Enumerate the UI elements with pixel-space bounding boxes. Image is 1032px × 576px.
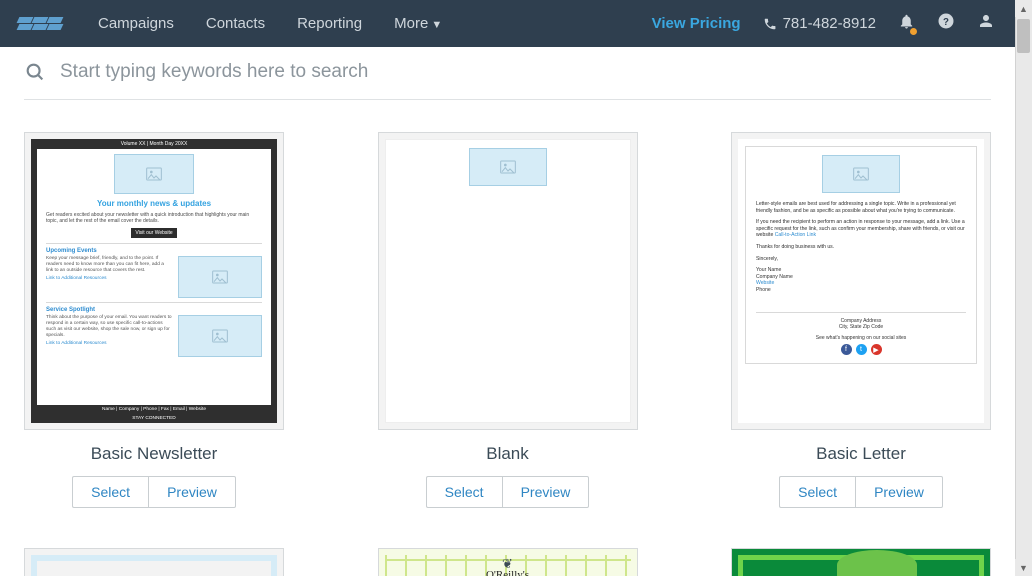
template-thumb-row2-c[interactable] bbox=[731, 548, 991, 576]
letter-p2: If you need the recipient to perform an … bbox=[756, 219, 966, 239]
scrollbar-up-icon[interactable]: ▲ bbox=[1015, 0, 1032, 17]
template-thumb-row2-a[interactable] bbox=[24, 548, 284, 576]
mini-spotlight-link: Link to Additional Resources bbox=[46, 341, 172, 347]
brand-logo[interactable] bbox=[18, 13, 68, 35]
preview-button[interactable]: Preview bbox=[855, 476, 943, 508]
oreillys-logo-text: O'Reilly's bbox=[385, 569, 631, 576]
select-button[interactable]: Select bbox=[779, 476, 855, 508]
preview-button[interactable]: Preview bbox=[148, 476, 236, 508]
template-thumb-basic-newsletter[interactable]: Volume XX | Month Day 20XX Your monthly … bbox=[24, 132, 284, 430]
account-icon[interactable] bbox=[977, 12, 995, 35]
nav-campaigns[interactable]: Campaigns bbox=[98, 15, 174, 32]
mini-footer-contact: Name | Company | Phone | Fax | Email | W… bbox=[31, 405, 277, 414]
image-placeholder-icon bbox=[469, 148, 547, 186]
letter-signature: Your Name Company Name Website Phone bbox=[756, 267, 966, 293]
facebook-icon: f bbox=[841, 344, 852, 355]
preview-button[interactable]: Preview bbox=[502, 476, 590, 508]
mini-cta: Visit our Website bbox=[131, 228, 177, 238]
mini-events-heading: Upcoming Events bbox=[46, 248, 262, 254]
view-pricing-link[interactable]: View Pricing bbox=[652, 15, 741, 32]
nav-contacts[interactable]: Contacts bbox=[206, 15, 265, 32]
template-thumb-row2-b[interactable]: ❦ O'Reilly's bbox=[378, 548, 638, 576]
letter-addr2: City, State Zip Code bbox=[756, 324, 966, 330]
template-title: Blank bbox=[378, 444, 638, 464]
template-search-input[interactable] bbox=[60, 61, 991, 83]
image-placeholder-icon bbox=[178, 256, 262, 298]
mini-headline: Your monthly news & updates bbox=[46, 199, 262, 208]
template-thumb-blank[interactable] bbox=[378, 132, 638, 430]
divider bbox=[24, 99, 991, 100]
mini-footer-stayconnected: STAY CONNECTED bbox=[31, 414, 277, 423]
image-placeholder-icon bbox=[114, 154, 194, 194]
mini-spotlight-heading: Service Spotlight bbox=[46, 307, 262, 313]
notifications-bell-icon[interactable] bbox=[898, 13, 915, 35]
nav-reporting[interactable]: Reporting bbox=[297, 15, 362, 32]
phone-number[interactable]: 781-482-8912 bbox=[763, 15, 876, 32]
letter-cta-link: Call-to-Action Link bbox=[775, 232, 816, 238]
letter-p1: Letter-style emails are best used for ad… bbox=[756, 201, 966, 214]
svg-text:?: ? bbox=[943, 17, 949, 28]
template-thumb-basic-letter[interactable]: Letter-style emails are best used for ad… bbox=[731, 132, 991, 430]
chevron-down-icon: ▼ bbox=[431, 19, 442, 31]
notification-dot bbox=[910, 28, 917, 35]
mini-volume: Volume XX | Month Day 20XX bbox=[31, 139, 277, 149]
template-title: Basic Newsletter bbox=[24, 444, 284, 464]
leaf-icon: ❦ bbox=[385, 559, 631, 569]
search-icon bbox=[24, 61, 46, 83]
mini-events-link: Link to Additional Resources bbox=[46, 276, 172, 282]
image-placeholder-icon bbox=[178, 315, 262, 357]
help-icon[interactable]: ? bbox=[937, 12, 955, 35]
scrollbar-down-icon[interactable]: ▼ bbox=[1015, 559, 1032, 576]
letter-p4: Sincerely, bbox=[756, 256, 966, 263]
select-button[interactable]: Select bbox=[426, 476, 502, 508]
letter-p3: Thanks for doing business with us. bbox=[756, 244, 966, 251]
select-button[interactable]: Select bbox=[72, 476, 148, 508]
mini-intro: Get readers excited about your newslette… bbox=[46, 212, 262, 224]
nav-more[interactable]: More▼ bbox=[394, 15, 442, 32]
top-navbar: Campaigns Contacts Reporting More▼ View … bbox=[0, 0, 1015, 47]
image-placeholder-icon bbox=[822, 155, 900, 193]
scrollbar-track[interactable]: ▲ ▼ bbox=[1015, 0, 1032, 576]
template-title: Basic Letter bbox=[731, 444, 991, 464]
letter-social-label: See what's happening on our social sites bbox=[756, 335, 966, 341]
phone-icon bbox=[763, 17, 777, 31]
scrollbar-thumb[interactable] bbox=[1017, 19, 1030, 53]
twitter-icon: t bbox=[856, 344, 867, 355]
youtube-icon: ▶ bbox=[871, 344, 882, 355]
